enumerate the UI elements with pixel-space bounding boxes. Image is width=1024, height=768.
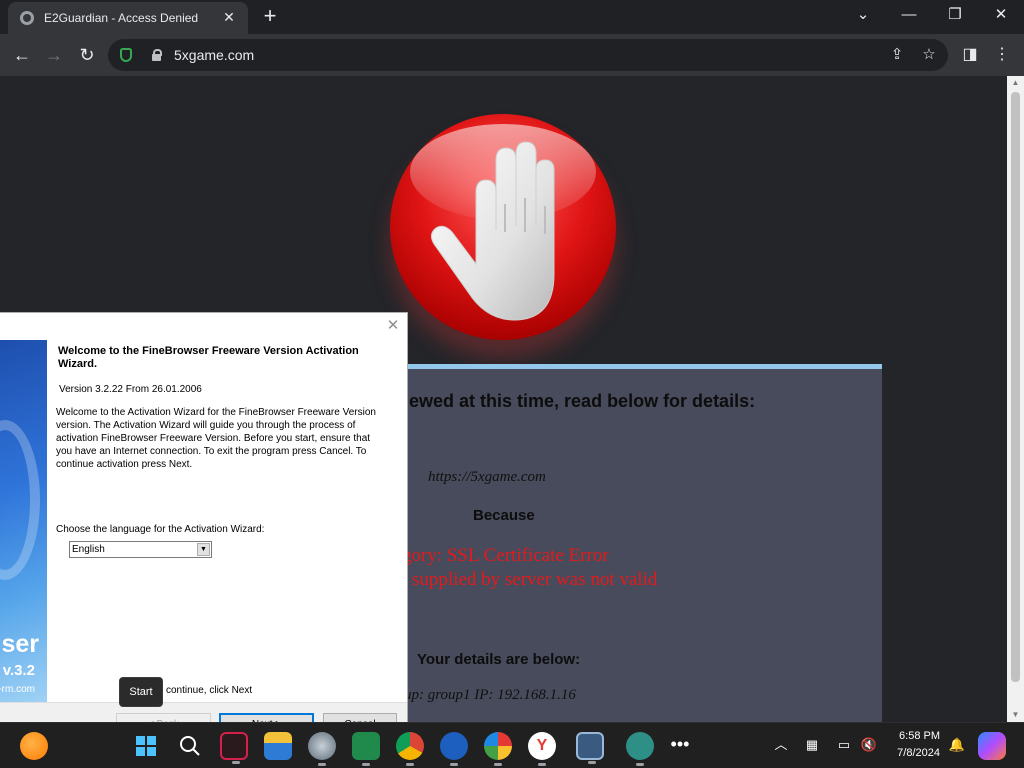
reload-icon[interactable]: ↻ xyxy=(75,43,99,67)
details-panel: iewed at this time, read below for detai… xyxy=(402,364,882,722)
bookmark-star-icon[interactable]: ☆ xyxy=(920,46,938,64)
browser-tab[interactable]: E2Guardian - Access Denied ✕ xyxy=(8,2,248,34)
activation-wizard-dialog: ✕ ser v.3.2 -rm.com Welcome to the FineB… xyxy=(0,312,408,742)
stop-hand-icon xyxy=(390,114,616,340)
globe-icon xyxy=(20,11,34,25)
forward-arrow-icon[interactable]: → xyxy=(42,43,66,67)
chevron-up-icon[interactable]: ︿ xyxy=(772,736,790,754)
tab-search-icon[interactable]: ⌄ xyxy=(840,4,886,26)
windows-app-icon[interactable] xyxy=(576,732,604,764)
language-label: Choose the language for the Activation W… xyxy=(56,524,265,535)
notification-bell-icon[interactable]: 🔔 xyxy=(948,736,966,754)
shield-icon[interactable] xyxy=(120,48,132,62)
file-explorer-icon[interactable] xyxy=(264,732,292,760)
category-text: gory: SSL Certificate Error xyxy=(402,545,609,566)
scroll-up-icon[interactable]: ▲ xyxy=(1007,76,1024,90)
wizard-title: Welcome to the FineBrowser Freeware Vers… xyxy=(58,345,359,370)
wizard-banner-image: ser v.3.2 -rm.com xyxy=(0,340,47,702)
clock-date[interactable]: 7/8/2024 xyxy=(890,747,940,759)
page-scrollbar[interactable]: ▲ ▼ xyxy=(1007,76,1024,722)
details-heading: Your details are below: xyxy=(417,651,581,668)
tab-close-icon[interactable]: ✕ xyxy=(220,8,238,26)
banner-brand: ser xyxy=(1,630,39,658)
browser-toolbar: ← → ↻ 5xgame.com ⇪ ☆ ◨ ⋮ xyxy=(0,34,1024,76)
window-close-icon[interactable]: ✕ xyxy=(978,4,1024,26)
app-icon[interactable] xyxy=(626,732,654,766)
browser-app-icon[interactable] xyxy=(308,732,336,766)
start-button[interactable] xyxy=(132,732,160,760)
network-icon[interactable]: ▦ xyxy=(803,736,821,754)
wizard-description: Welcome to the Activation Wizard for the… xyxy=(56,407,376,470)
minimize-icon[interactable]: — xyxy=(886,4,932,26)
share-icon[interactable]: ⇪ xyxy=(888,46,906,64)
colorful-browser-icon[interactable] xyxy=(484,732,512,766)
copilot-icon[interactable] xyxy=(978,732,1006,760)
banner-site: -rm.com xyxy=(0,684,35,695)
banner-version: v.3.2 xyxy=(2,662,35,679)
search-icon[interactable] xyxy=(176,732,204,760)
chrome-icon[interactable] xyxy=(396,732,424,766)
menu-kebab-icon[interactable]: ⋮ xyxy=(990,43,1014,67)
more-apps-icon[interactable]: ••• xyxy=(666,732,694,760)
start-tooltip: Start xyxy=(119,677,163,707)
address-url[interactable]: 5xgame.com xyxy=(174,47,254,63)
language-select[interactable]: English ▼ xyxy=(69,541,212,558)
restore-icon[interactable]: ❐ xyxy=(932,4,978,26)
continue-hint: continue, click Next xyxy=(166,685,253,696)
address-bar[interactable]: 5xgame.com ⇪ ☆ xyxy=(108,39,948,71)
tab-title: E2Guardian - Access Denied xyxy=(44,11,199,25)
because-label: Because xyxy=(473,507,535,524)
certificate-text: supplied by server was not valid xyxy=(412,569,658,590)
side-panel-icon[interactable]: ◨ xyxy=(958,43,982,67)
taskbar: Y ••• ︿ ▦ ▭ 🔇 6:58 PM 7/8/2024 🔔 xyxy=(0,722,1024,768)
chevron-down-icon[interactable]: ▼ xyxy=(197,543,210,556)
scroll-down-icon[interactable]: ▼ xyxy=(1007,708,1024,722)
ur-browser-icon[interactable] xyxy=(440,732,468,766)
blocked-url: https://5xgame.com xyxy=(428,469,546,485)
language-selected-value: English xyxy=(72,544,105,555)
clock-time[interactable]: 6:58 PM xyxy=(890,730,940,742)
dialog-close-icon[interactable]: ✕ xyxy=(384,317,402,335)
money-app-icon[interactable] xyxy=(352,732,380,766)
display-icon[interactable]: ▭ xyxy=(835,736,853,754)
scroll-thumb[interactable] xyxy=(1011,92,1020,682)
weather-icon[interactable] xyxy=(20,732,48,760)
back-arrow-icon[interactable]: ← xyxy=(10,43,34,67)
yandex-icon[interactable]: Y xyxy=(528,732,556,766)
volume-muted-icon[interactable]: 🔇 xyxy=(860,736,878,754)
tab-strip: E2Guardian - Access Denied ✕ + ⌄ — ❐ ✕ xyxy=(0,0,1024,34)
wizard-version: Version 3.2.22 From 26.01.2006 xyxy=(59,384,202,395)
lock-icon[interactable] xyxy=(152,49,162,61)
opera-icon[interactable] xyxy=(220,732,248,764)
new-tab-button[interactable]: + xyxy=(258,5,282,29)
group-ip-line: up: group1 IP: 192.168.1.16 xyxy=(404,687,576,703)
panel-heading: iewed at this time, read below for detai… xyxy=(404,391,756,411)
